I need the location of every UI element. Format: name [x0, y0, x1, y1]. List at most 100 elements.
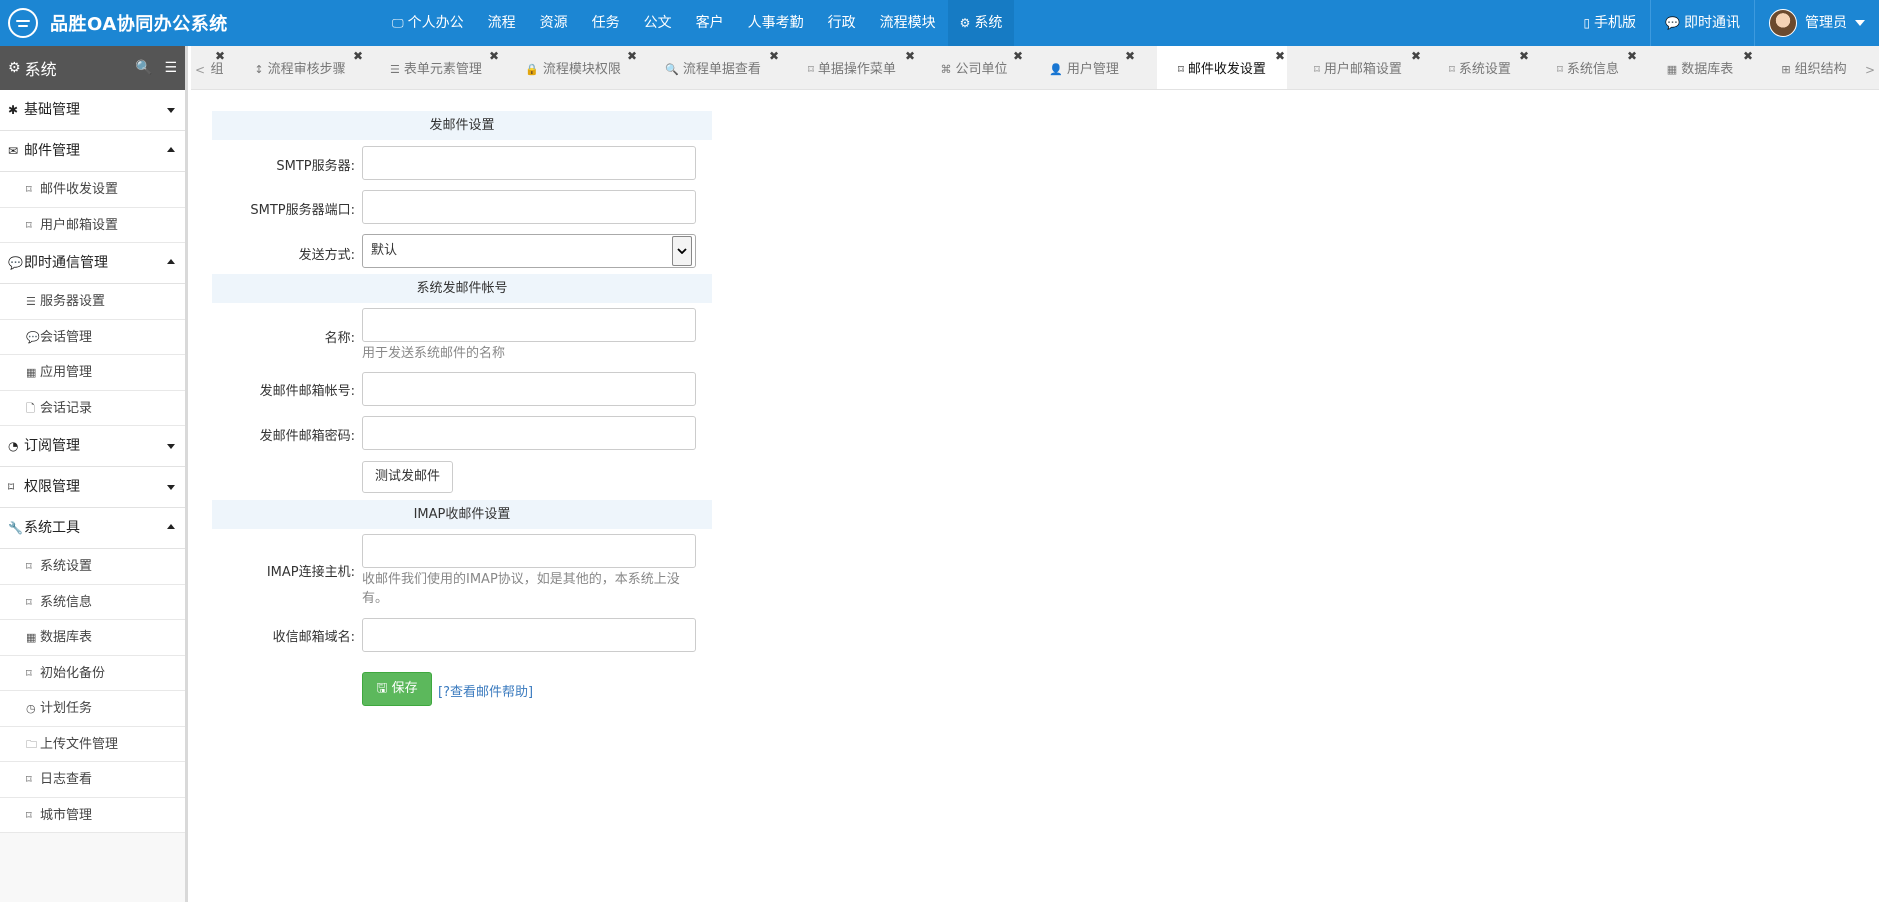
- tab-db-tables[interactable]: ▦ 数据库表 ✖: [1645, 46, 1755, 89]
- close-icon[interactable]: ✖: [215, 46, 225, 80]
- gear-icon: ⚙: [959, 16, 971, 30]
- nav-documents[interactable]: 公文: [632, 0, 684, 46]
- bookmark-icon: ⌑: [808, 63, 814, 76]
- mail-domain-input[interactable]: [362, 618, 696, 652]
- sidebar-item-user-mailbox[interactable]: ⌑ 用户邮箱设置: [0, 207, 185, 243]
- close-icon[interactable]: ✖: [627, 46, 637, 80]
- envelope-icon: ✉: [8, 144, 19, 158]
- sidebar-item-init-backup[interactable]: ⌑ 初始化备份: [0, 655, 185, 691]
- mobile-icon: ▯: [1583, 16, 1591, 30]
- sidebar-group-mail[interactable]: ✉ 邮件管理: [0, 131, 185, 172]
- sidebar-group-permissions[interactable]: ⌑ 权限管理: [0, 467, 185, 508]
- close-icon[interactable]: ✖: [905, 46, 915, 80]
- close-icon[interactable]: ✖: [1275, 46, 1285, 80]
- sidebar-group-subscription[interactable]: ◔ 订阅管理: [0, 426, 185, 467]
- nav-resources[interactable]: 资源: [528, 0, 580, 46]
- nav-workflow[interactable]: 流程: [476, 0, 528, 46]
- sidebar-item-cities[interactable]: ⌑ 城市管理: [0, 797, 185, 833]
- sidebar-item-system-info[interactable]: ⌑ 系统信息: [0, 584, 185, 620]
- sidebar-group-im[interactable]: 💬即时通信管理: [0, 243, 185, 284]
- wrench-icon: 🔧: [8, 521, 23, 535]
- nav-customers[interactable]: 客户: [684, 0, 736, 46]
- tab-user-management[interactable]: 👤 用户管理 ✖: [1031, 46, 1137, 89]
- test-send-button[interactable]: 测试发邮件: [362, 461, 454, 493]
- top-navbar: 品胜OA协同办公系统 🖵 个人办公 流程 资源 任务 公文 客户 人事考勤 行政 …: [0, 0, 1879, 46]
- user-menu[interactable]: 管理员: [1755, 0, 1879, 46]
- tab-document-menu[interactable]: ⌑ 单据操作菜单 ✖: [787, 46, 917, 89]
- close-icon[interactable]: ✖: [1125, 46, 1135, 80]
- chevron-down-icon[interactable]: [672, 236, 692, 266]
- sidebar-item-session-log[interactable]: 🗋 会话记录: [0, 390, 185, 426]
- tab-system-info[interactable]: ⌑ 系统信息 ✖: [1537, 46, 1639, 89]
- nav-system[interactable]: ⚙ 系统: [947, 0, 1015, 46]
- close-icon[interactable]: ✖: [1627, 46, 1637, 80]
- tab-company-units[interactable]: ⌘ 公司单位 ✖: [923, 46, 1025, 89]
- caret-down-icon: [1855, 20, 1865, 26]
- nav-personal-office[interactable]: 🖵 个人办公: [380, 0, 476, 46]
- imap-help-text: 收邮件我们使用的IMAP协议，如是其他的，本系统上没有。: [362, 572, 680, 606]
- nav-hr-attendance[interactable]: 人事考勤: [736, 0, 816, 46]
- close-icon[interactable]: ✖: [1743, 46, 1753, 80]
- nav-tasks[interactable]: 任务: [580, 0, 632, 46]
- tab-system-settings[interactable]: ⌑ 系统设置 ✖: [1429, 46, 1531, 89]
- nav-administration[interactable]: 行政: [816, 0, 868, 46]
- sidebar-item-db-tables[interactable]: ▦ 数据库表: [0, 620, 185, 656]
- tab-form-elements[interactable]: ☰ 表单元素管理 ✖: [371, 46, 501, 89]
- sidebar-item-session-manage[interactable]: 💬会话管理: [0, 319, 185, 355]
- arrows-vertical-icon: ↕: [254, 63, 264, 76]
- im-link[interactable]: 💬 即时通讯: [1651, 0, 1754, 46]
- bookmark-icon: ⌑: [26, 595, 32, 609]
- sidebar-item-logs[interactable]: ⌑ 日志查看: [0, 762, 185, 798]
- sidebar-item-system-settings[interactable]: ⌑ 系统设置: [0, 549, 185, 585]
- rss-icon: ◔: [8, 439, 19, 453]
- smtp-port-input[interactable]: [362, 190, 696, 224]
- tab-flow-module-permissions[interactable]: 🔒 流程模块权限 ✖: [507, 46, 639, 89]
- send-method-select[interactable]: 默认: [362, 234, 696, 268]
- name-help-text: 用于发送系统邮件的名称: [362, 346, 506, 361]
- mail-help-link[interactable]: [?查看邮件帮助]: [438, 681, 533, 700]
- tab-flow-documents[interactable]: 🔍 流程单据查看 ✖: [645, 46, 781, 89]
- sidebar-item-upload-files[interactable]: 🗀 上传文件管理: [0, 726, 185, 762]
- tab-org-structure[interactable]: ⊞ 组织结构: [1761, 46, 1867, 89]
- sidebar-item-scheduled-tasks[interactable]: ◷ 计划任务: [0, 691, 185, 727]
- tab-org[interactable]: 组 ✖: [207, 46, 227, 89]
- sidebar-item-mail-settings[interactable]: ⌑ 邮件收发设置: [0, 172, 185, 208]
- tab-scroll-right-button[interactable]: >: [1865, 46, 1875, 89]
- sidebar-item-app-manage[interactable]: ▦ 应用管理: [0, 355, 185, 391]
- close-icon[interactable]: ✖: [769, 46, 779, 80]
- email-password-input[interactable]: [362, 416, 696, 450]
- email-account-input[interactable]: [362, 372, 696, 406]
- section-send-settings: 发邮件设置: [212, 111, 712, 140]
- save-button[interactable]: 🖫 保存: [362, 672, 432, 706]
- tab-user-mailbox[interactable]: ⌑ 用户邮箱设置 ✖: [1293, 46, 1423, 89]
- bookmark-icon: ⌑: [26, 808, 32, 822]
- sidebar-group-tools[interactable]: 🔧系统工具: [0, 508, 185, 549]
- brand[interactable]: 品胜OA协同办公系统: [8, 0, 228, 46]
- close-icon[interactable]: ✖: [1013, 46, 1023, 80]
- search-icon[interactable]: 🔍: [135, 60, 152, 76]
- tab-scroll-left-button[interactable]: <: [195, 46, 205, 89]
- close-icon[interactable]: ✖: [1411, 46, 1421, 80]
- main-nav: 🖵 个人办公 流程 资源 任务 公文 客户 人事考勤 行政 流程模块 ⚙ 系统: [380, 0, 1015, 46]
- tab-mail-settings[interactable]: ⌑ 邮件收发设置 ✖: [1157, 46, 1287, 89]
- tab-bar: < 组 ✖ ↕ 流程审核步骤 ✖ ☰ 表单元素管理 ✖ 🔒 流程模块权限 ✖ 🔍 流程单据查看 ✖…: [191, 46, 1879, 90]
- imap-host-input[interactable]: [362, 534, 696, 568]
- lock-icon: 🔒: [525, 63, 539, 76]
- sidebar-group-basic[interactable]: ✱ 基础管理: [0, 90, 185, 131]
- close-icon[interactable]: ✖: [1519, 46, 1529, 80]
- close-icon[interactable]: ✖: [353, 46, 363, 80]
- sender-name-input[interactable]: [362, 308, 696, 342]
- sidebar-header: ⚙ 系统 🔍 ☰: [0, 46, 185, 90]
- sidebar: ⚙ 系统 🔍 ☰ ✱ 基础管理 ✉ 邮件管理 ⌑ 邮件收发设置 ⌑ 用户邮箱设置 💬即时…: [0, 46, 188, 902]
- menu-icon[interactable]: ☰: [164, 60, 177, 76]
- chevron-up-icon: [167, 147, 175, 152]
- smtp-server-input[interactable]: [362, 146, 696, 180]
- close-icon[interactable]: ✖: [489, 46, 499, 80]
- section-imap-settings: IMAP收邮件设置: [212, 500, 712, 529]
- sidebar-item-server-settings[interactable]: ☰ 服务器设置: [0, 284, 185, 320]
- nav-workflow-modules[interactable]: 流程模块: [868, 0, 948, 46]
- send-method-value: 默认: [371, 243, 398, 258]
- desktop-icon: 🖵: [392, 16, 404, 30]
- mobile-link[interactable]: ▯ 手机版: [1569, 0, 1650, 46]
- tab-flow-steps[interactable]: ↕ 流程审核步骤 ✖: [235, 46, 365, 89]
